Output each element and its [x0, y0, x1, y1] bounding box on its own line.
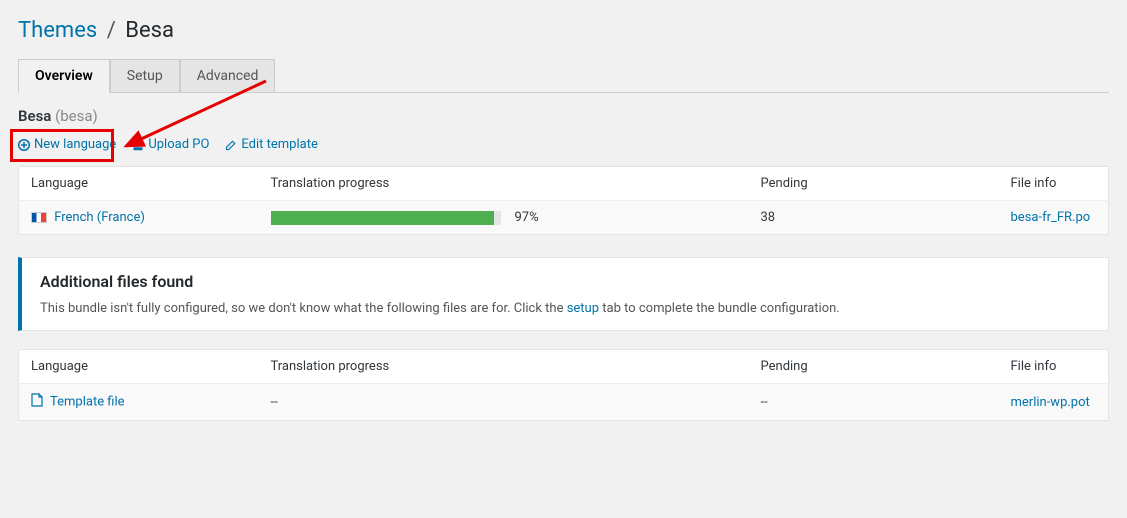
breadcrumb-separator: /: [107, 18, 116, 43]
breadcrumb: Themes / Besa: [18, 18, 1109, 43]
table-row: Template file -- -- merlin-wp.pot: [19, 384, 1109, 421]
tab-overview[interactable]: Overview: [18, 59, 110, 93]
breadcrumb-root[interactable]: Themes: [18, 18, 97, 43]
extra-files-table: Language Translation progress Pending Fi…: [18, 349, 1109, 421]
language-link[interactable]: French (France): [54, 210, 145, 225]
upload-po-button[interactable]: Upload PO: [132, 137, 209, 152]
tabs: Overview Setup Advanced: [18, 59, 1109, 93]
th-pending: Pending: [749, 350, 999, 384]
toolbar: New language Upload PO Edit template: [18, 137, 1109, 152]
notice-title: Additional files found: [40, 272, 1090, 291]
file-link[interactable]: merlin-wp.pot: [1011, 395, 1090, 410]
progress-percent: 97%: [515, 210, 539, 225]
th-file-info: File info: [999, 350, 1109, 384]
notice-text: This bundle isn't fully configured, so w…: [40, 301, 1090, 316]
new-language-button[interactable]: New language: [18, 137, 116, 152]
table-header-row: Language Translation progress Pending Fi…: [19, 350, 1109, 384]
bundle-title: Besa (besa): [18, 107, 1109, 125]
upload-po-label: Upload PO: [148, 137, 209, 152]
th-file-info: File info: [999, 167, 1109, 201]
tab-setup[interactable]: Setup: [110, 59, 180, 93]
template-file-link[interactable]: Template file: [50, 394, 125, 409]
tab-advanced[interactable]: Advanced: [180, 59, 276, 93]
languages-table: Language Translation progress Pending Fi…: [18, 166, 1109, 235]
th-progress: Translation progress: [259, 167, 749, 201]
file-link[interactable]: besa-fr_FR.po: [1011, 210, 1091, 225]
document-icon: [31, 393, 43, 411]
notice-box: Additional files found This bundle isn't…: [18, 257, 1109, 331]
new-language-label: New language: [34, 137, 116, 152]
breadcrumb-current: Besa: [125, 18, 174, 43]
bundle-name: Besa: [18, 107, 51, 125]
edit-template-label: Edit template: [241, 137, 317, 152]
th-language: Language: [19, 350, 259, 384]
flag-icon: [31, 212, 47, 223]
progress-bar: [271, 211, 501, 225]
pencil-icon: [225, 139, 237, 151]
upload-icon: [132, 139, 144, 151]
pending-placeholder: --: [749, 384, 999, 421]
th-language: Language: [19, 167, 259, 201]
pending-count: 38: [749, 201, 999, 235]
th-pending: Pending: [749, 167, 999, 201]
progress-fill: [271, 211, 494, 225]
table-row: French (France) 97% 38 besa-fr_FR.po: [19, 201, 1109, 235]
bundle-slug: (besa): [55, 107, 98, 125]
setup-link[interactable]: setup: [567, 301, 599, 316]
edit-template-button[interactable]: Edit template: [225, 137, 317, 152]
plus-circle-icon: [18, 139, 30, 151]
th-progress: Translation progress: [259, 350, 749, 384]
table-header-row: Language Translation progress Pending Fi…: [19, 167, 1109, 201]
progress-placeholder: --: [259, 384, 749, 421]
